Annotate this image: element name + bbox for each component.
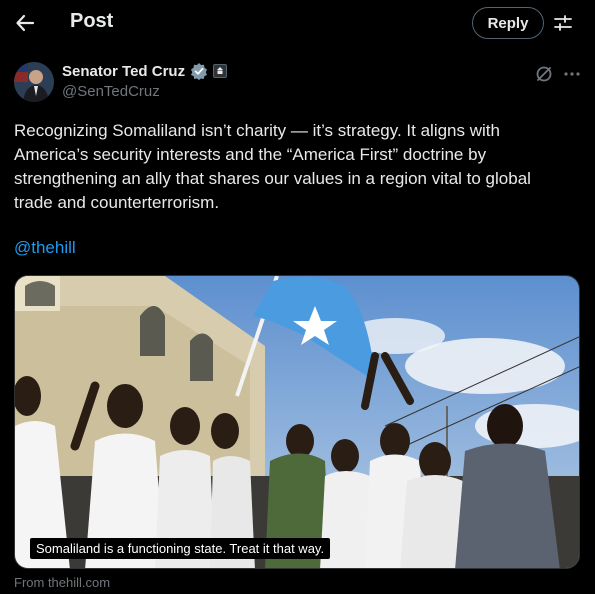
government-badge-icon (213, 64, 228, 78)
mention-link[interactable]: @thehill (14, 238, 76, 258)
author-handle[interactable]: @SenTedCruz (62, 83, 160, 100)
avatar[interactable] (14, 62, 54, 102)
author-name-row: Senator Ted Cruz (62, 62, 228, 80)
page-title: Post (70, 10, 114, 32)
link-source[interactable]: From thehill.com (14, 575, 110, 590)
verified-badge-icon (191, 63, 208, 80)
media-caption: Somaliland is a functioning state. Treat… (30, 538, 331, 559)
avatar-image (14, 62, 54, 102)
more-options-button[interactable] (562, 64, 582, 84)
post-text: Recognizing Somaliland isn’t charity — i… (14, 121, 531, 212)
post-media-image[interactable] (14, 275, 580, 569)
back-button[interactable] (12, 8, 38, 38)
grok-button[interactable] (534, 64, 554, 84)
sliders-icon (554, 15, 572, 31)
grok-icon (536, 66, 552, 82)
reply-button[interactable]: Reply (472, 7, 544, 39)
photo-illustration (15, 276, 579, 568)
arrow-left-icon (16, 14, 35, 32)
settings-button[interactable] (552, 12, 574, 34)
author-name[interactable]: Senator Ted Cruz (62, 63, 185, 80)
post-header: Post Reply (0, 0, 595, 46)
more-icon (564, 72, 580, 76)
